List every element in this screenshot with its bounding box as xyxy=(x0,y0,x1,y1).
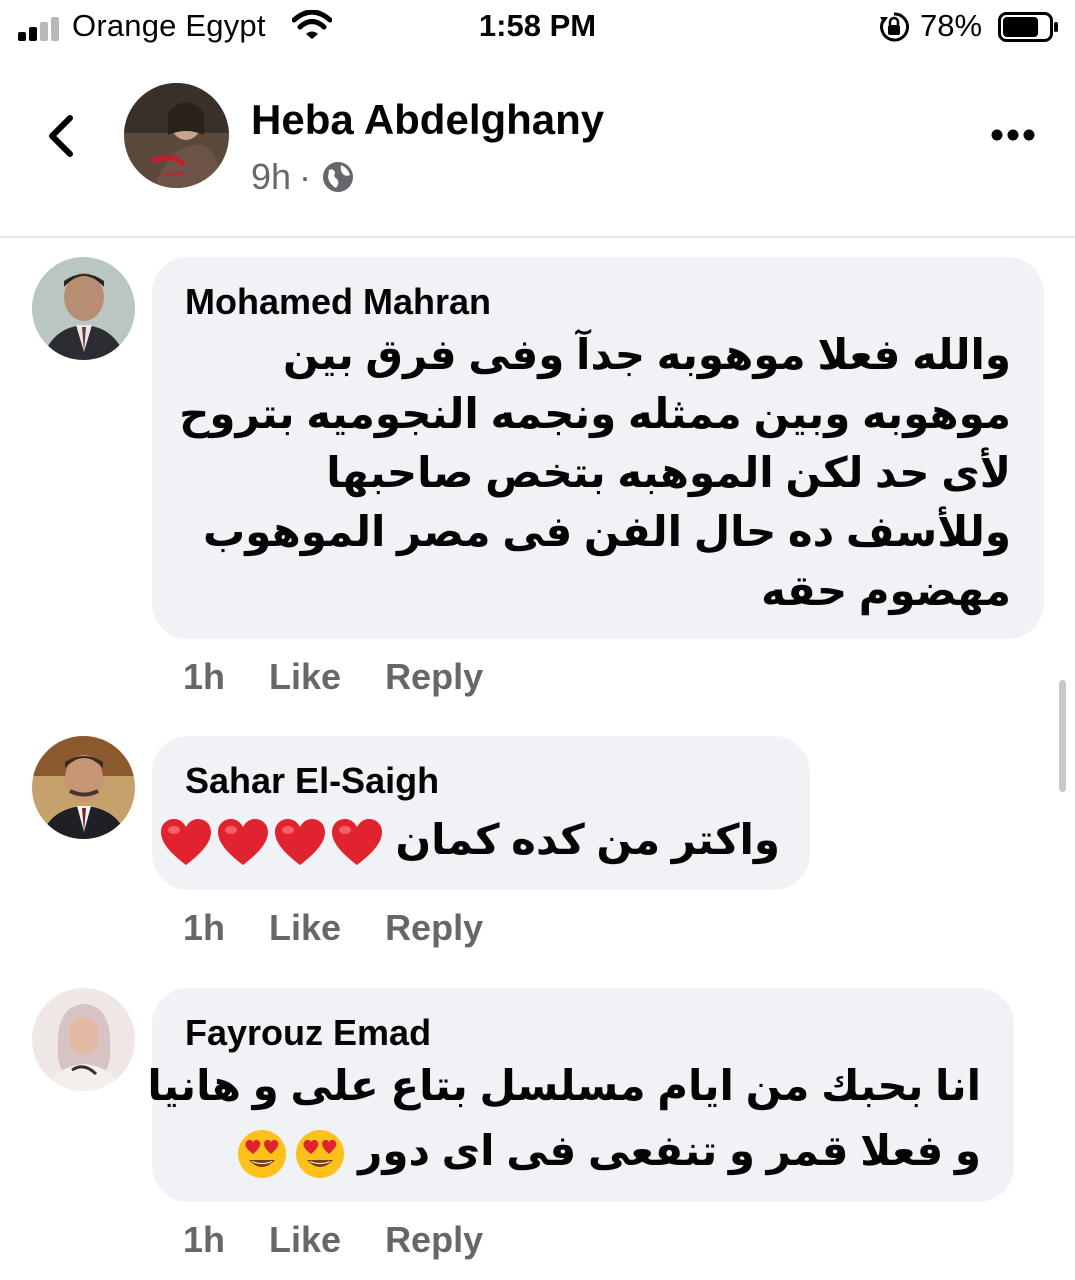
author-avatar[interactable]: ﻣﺤﺒﻰ xyxy=(124,83,229,188)
commenter-photo xyxy=(32,988,135,1091)
status-bar: Orange Egypt 1:58 PM 78% xyxy=(0,0,1075,58)
comment-time[interactable]: 1h xyxy=(183,1219,225,1261)
emoji-row xyxy=(230,1127,346,1178)
clock: 1:58 PM xyxy=(478,8,597,43)
red-heart-icon xyxy=(217,818,268,865)
comment-bubble[interactable]: Fayrouz Emad انا بحبك من ايام مسلسل بتاع… xyxy=(147,988,1014,1202)
post-author-name[interactable]: Heba Abdelghany xyxy=(251,96,604,144)
comment-actions: 1h Like Reply xyxy=(183,1219,527,1261)
comment-line: انا بحبك من ايام مسلسل بتاع على و هانيا xyxy=(147,1062,981,1109)
comment-actions: 1h Like Reply xyxy=(183,656,527,698)
author-photo: ﻣﺤﺒﻰ xyxy=(124,83,229,188)
meta-separator: · xyxy=(299,156,312,197)
comment-line: والله فعلا موهوبه جدآ وفى فرق بين xyxy=(283,331,1011,378)
comment-bubble[interactable]: Sahar El-Saigh واكتر من كده كمان xyxy=(152,736,810,890)
comment-bubble[interactable]: Mohamed Mahran والله فعلا موهوبه جدآ وفى… xyxy=(152,257,1044,639)
comment-author[interactable]: Sahar El-Saigh xyxy=(185,760,439,802)
comment-line: لأى حد لكن الموهبه بتخص صاحبها xyxy=(326,449,1011,496)
comment-time[interactable]: 1h xyxy=(183,656,225,698)
battery-icon xyxy=(998,12,1058,42)
red-heart-icon xyxy=(274,818,325,865)
commenter-photo xyxy=(32,736,135,839)
commenter-photo xyxy=(32,257,135,360)
comment-line-with-emoji: واكتر من كده كمان xyxy=(156,810,780,869)
emoji-row xyxy=(156,816,384,865)
battery-percentage: 78% xyxy=(920,8,983,43)
comment-line: وللأسف ده حال الفن فى مصر الموهوب xyxy=(203,508,1011,555)
reply-button[interactable]: Reply xyxy=(385,907,483,949)
comment-author[interactable]: Fayrouz Emad xyxy=(185,1012,431,1054)
comment-actions: 1h Like Reply xyxy=(183,907,527,949)
scrollbar[interactable] xyxy=(1059,680,1066,792)
comment-line: موهوبه وبين ممثله ونجمه النجوميه بتروح xyxy=(179,390,1011,437)
red-heart-icon xyxy=(160,818,211,865)
red-heart-icon xyxy=(331,818,382,865)
comment-line: و فعلا قمر و تنفعى فى اى دور xyxy=(358,1127,981,1174)
comment-line-with-emoji: و فعلا قمر و تنفعى فى اى دور xyxy=(230,1121,981,1180)
post-meta: 9h · xyxy=(251,156,355,198)
svg-text:ﻣﺤﺒﻰ: ﻣﺤﺒﻰ xyxy=(160,165,186,178)
post-header: ﻣﺤﺒﻰ Heba Abdelghany 9h · xyxy=(0,58,1075,238)
like-button[interactable]: Like xyxy=(269,1219,341,1261)
commenter-avatar[interactable] xyxy=(32,736,135,839)
reply-button[interactable]: Reply xyxy=(385,1219,483,1261)
reply-button[interactable]: Reply xyxy=(385,656,483,698)
like-button[interactable]: Like xyxy=(269,656,341,698)
comment-line: واكتر من كده كمان xyxy=(395,816,780,863)
comment-line: مهضوم حقه xyxy=(761,567,1011,614)
heart-eyes-face-icon xyxy=(296,1129,345,1178)
like-button[interactable]: Like xyxy=(269,907,341,949)
commenter-avatar[interactable] xyxy=(32,257,135,360)
post-age: 9h xyxy=(251,156,292,197)
heart-eyes-face-icon xyxy=(238,1129,287,1178)
rotation-lock-icon xyxy=(880,12,910,42)
globe-icon[interactable] xyxy=(321,160,355,194)
comment-author[interactable]: Mohamed Mahran xyxy=(185,281,491,323)
more-dots-icon[interactable] xyxy=(990,128,1036,142)
comment-time[interactable]: 1h xyxy=(183,907,225,949)
commenter-avatar[interactable] xyxy=(32,988,135,1091)
back-chevron-icon[interactable] xyxy=(38,108,84,164)
